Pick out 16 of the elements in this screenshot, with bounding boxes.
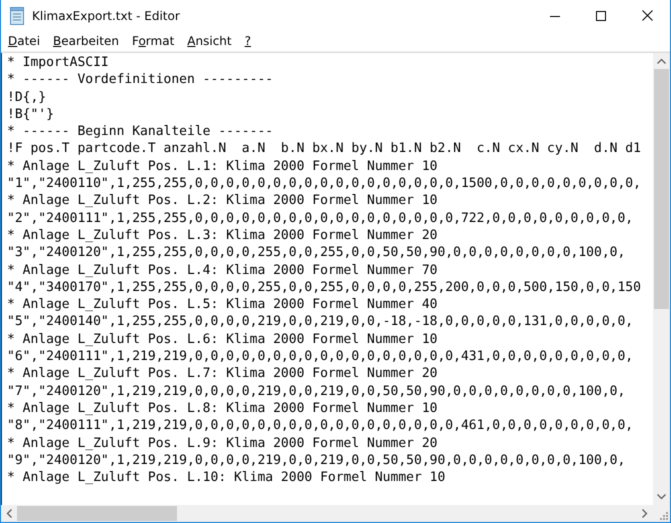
- maximize-icon: [596, 10, 606, 20]
- vertical-scrollbar[interactable]: [653, 53, 670, 505]
- menu-item[interactable]: Ansicht: [180, 34, 238, 48]
- menu-item[interactable]: Bearbeiten: [46, 34, 125, 48]
- menu-item[interactable]: Datei: [1, 34, 46, 48]
- close-icon: [642, 10, 652, 21]
- notepad-icon: [9, 6, 25, 24]
- menu-item[interactable]: Format: [124, 34, 180, 48]
- chevron-right-icon[interactable]: [642, 509, 648, 518]
- menu-item[interactable]: ?: [238, 34, 257, 48]
- chevron-down-icon[interactable]: [657, 494, 666, 500]
- window-title: KlimaxExport.txt - Editor: [32, 8, 180, 22]
- size-grip-icon[interactable]: [660, 512, 668, 520]
- chevron-up-icon[interactable]: [657, 58, 666, 64]
- chevron-left-icon[interactable]: [6, 509, 12, 518]
- horizontal-scrollbar[interactable]: [1, 505, 653, 522]
